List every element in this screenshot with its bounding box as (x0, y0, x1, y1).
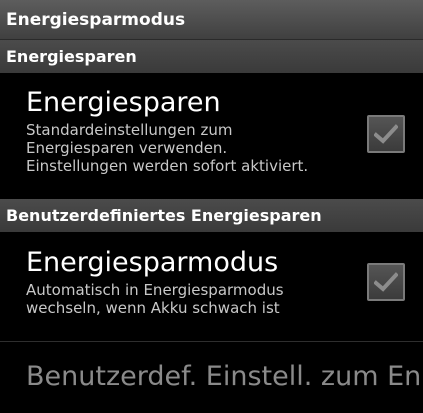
preference-title: Energiesparmodus (26, 247, 279, 278)
summary-line: Einstellungen werden sofort aktiviert. (26, 157, 309, 175)
energiesparen-checkbox[interactable] (367, 115, 405, 153)
preference-energiesparmodus[interactable]: Energiesparmodus Automatisch in Energies… (0, 232, 423, 342)
preference-energiesparen[interactable]: Energiesparen Standardeinstellungen zum … (0, 73, 423, 199)
energiesparmodus-checkbox[interactable] (367, 263, 405, 301)
preference-title: Benutzerdef. Einstell. zum En (26, 361, 422, 392)
section-header-label: Energiesparen (6, 47, 137, 66)
section-header-benutzerdefiniert: Benutzerdefiniertes Energiesparen (0, 199, 423, 232)
section-header-label: Benutzerdefiniertes Energiesparen (6, 206, 322, 225)
section-header-energiesparen: Energiesparen (0, 40, 423, 73)
summary-line: wechseln, wenn Akku schwach ist (26, 299, 280, 317)
settings-screen: Energiesparmodus Energiesparen Energiesp… (0, 0, 423, 413)
preference-summary: Standardeinstellungen zum Energiesparen … (26, 121, 333, 175)
checkmark-icon (374, 124, 398, 144)
preference-benutzerdefinierte-einstellungen[interactable]: Benutzerdef. Einstell. zum En (0, 342, 423, 412)
summary-line: Standardeinstellungen zum (26, 121, 233, 139)
preference-summary: Automatisch in Energiesparmodus wechseln… (26, 281, 333, 317)
window-title: Energiesparmodus (6, 9, 186, 30)
summary-line: Automatisch in Energiesparmodus (26, 281, 284, 299)
title-bar: Energiesparmodus (0, 0, 423, 40)
summary-line: Energiesparen verwenden. (26, 139, 228, 157)
preference-title: Energiesparen (26, 87, 221, 118)
checkmark-icon (374, 272, 398, 292)
